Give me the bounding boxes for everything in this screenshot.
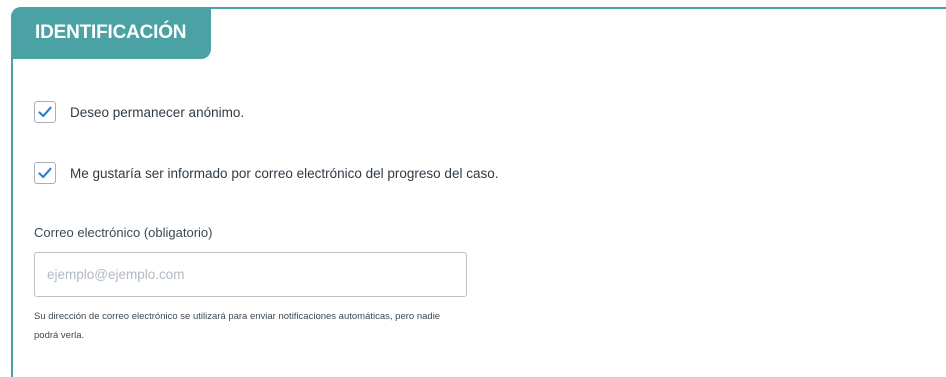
email-updates-option[interactable]: Me gustaría ser informado por correo ele… [34,162,498,184]
email-field[interactable] [34,252,467,297]
email-updates-checkbox[interactable] [34,162,56,184]
section-header-tab: IDENTIFICACIÓN [11,7,211,59]
email-field-label: Correo electrónico (obligatorio) [34,225,213,240]
anonymous-label: Deseo permanecer anónimo. [70,104,245,120]
check-icon [38,106,52,118]
section-title: IDENTIFICACIÓN [35,22,187,43]
check-icon [38,167,52,179]
email-updates-label: Me gustaría ser informado por correo ele… [70,165,499,181]
anonymous-option[interactable]: Deseo permanecer anónimo. [34,101,244,123]
email-help-text: Su dirección de correo electrónico se ut… [34,311,441,341]
anonymous-checkbox[interactable] [34,101,56,123]
